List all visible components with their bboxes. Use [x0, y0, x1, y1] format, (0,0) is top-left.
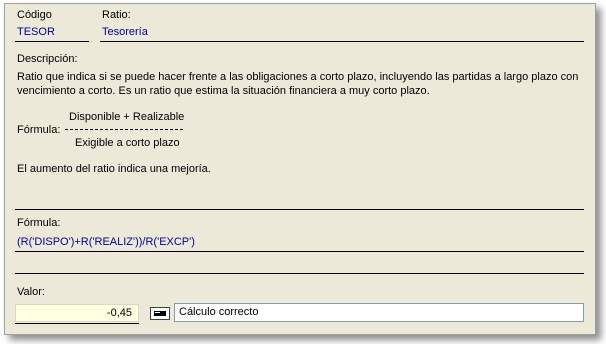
terminal-icon[interactable] [150, 307, 170, 320]
formula-numerator: Disponible + Realizable [69, 111, 185, 123]
status-field: Cálculo correcto [174, 303, 584, 322]
codigo-underline [15, 41, 89, 42]
ratio-detail-panel: Código TESOR Ratio: Tesorería Descripció… [4, 3, 596, 335]
formula-expression[interactable]: (R('DISPO')+R('REALIZ'))/R('EXCP') [17, 236, 195, 248]
ratio-label: Ratio: [102, 9, 131, 21]
section-divider-1 [15, 209, 584, 210]
descripcion-note: El aumento del ratio indica una mejoría. [17, 163, 211, 175]
ratio-underline [100, 41, 584, 42]
formula-denominator: Exigible a corto plazo [75, 137, 180, 149]
fraction-bar [65, 129, 183, 130]
valor-underline [15, 323, 139, 324]
descripcion-formula-label: Fórmula: [17, 124, 61, 136]
codigo-value: TESOR [17, 26, 55, 38]
formula-underline [15, 251, 584, 252]
ratio-value: Tesorería [102, 26, 148, 38]
formula-label: Fórmula: [17, 217, 61, 229]
descripcion-line-1: Ratio que indica si se puede hacer frent… [17, 71, 579, 83]
descripcion-label: Descripción: [17, 53, 78, 65]
valor-label: Valor: [17, 286, 45, 298]
codigo-label: Código [17, 9, 52, 21]
descripcion-line-2: vencimiento a corto. Es un ratio que est… [17, 85, 430, 97]
section-divider-2 [15, 273, 584, 274]
valor-field: -0,45 [15, 304, 139, 322]
